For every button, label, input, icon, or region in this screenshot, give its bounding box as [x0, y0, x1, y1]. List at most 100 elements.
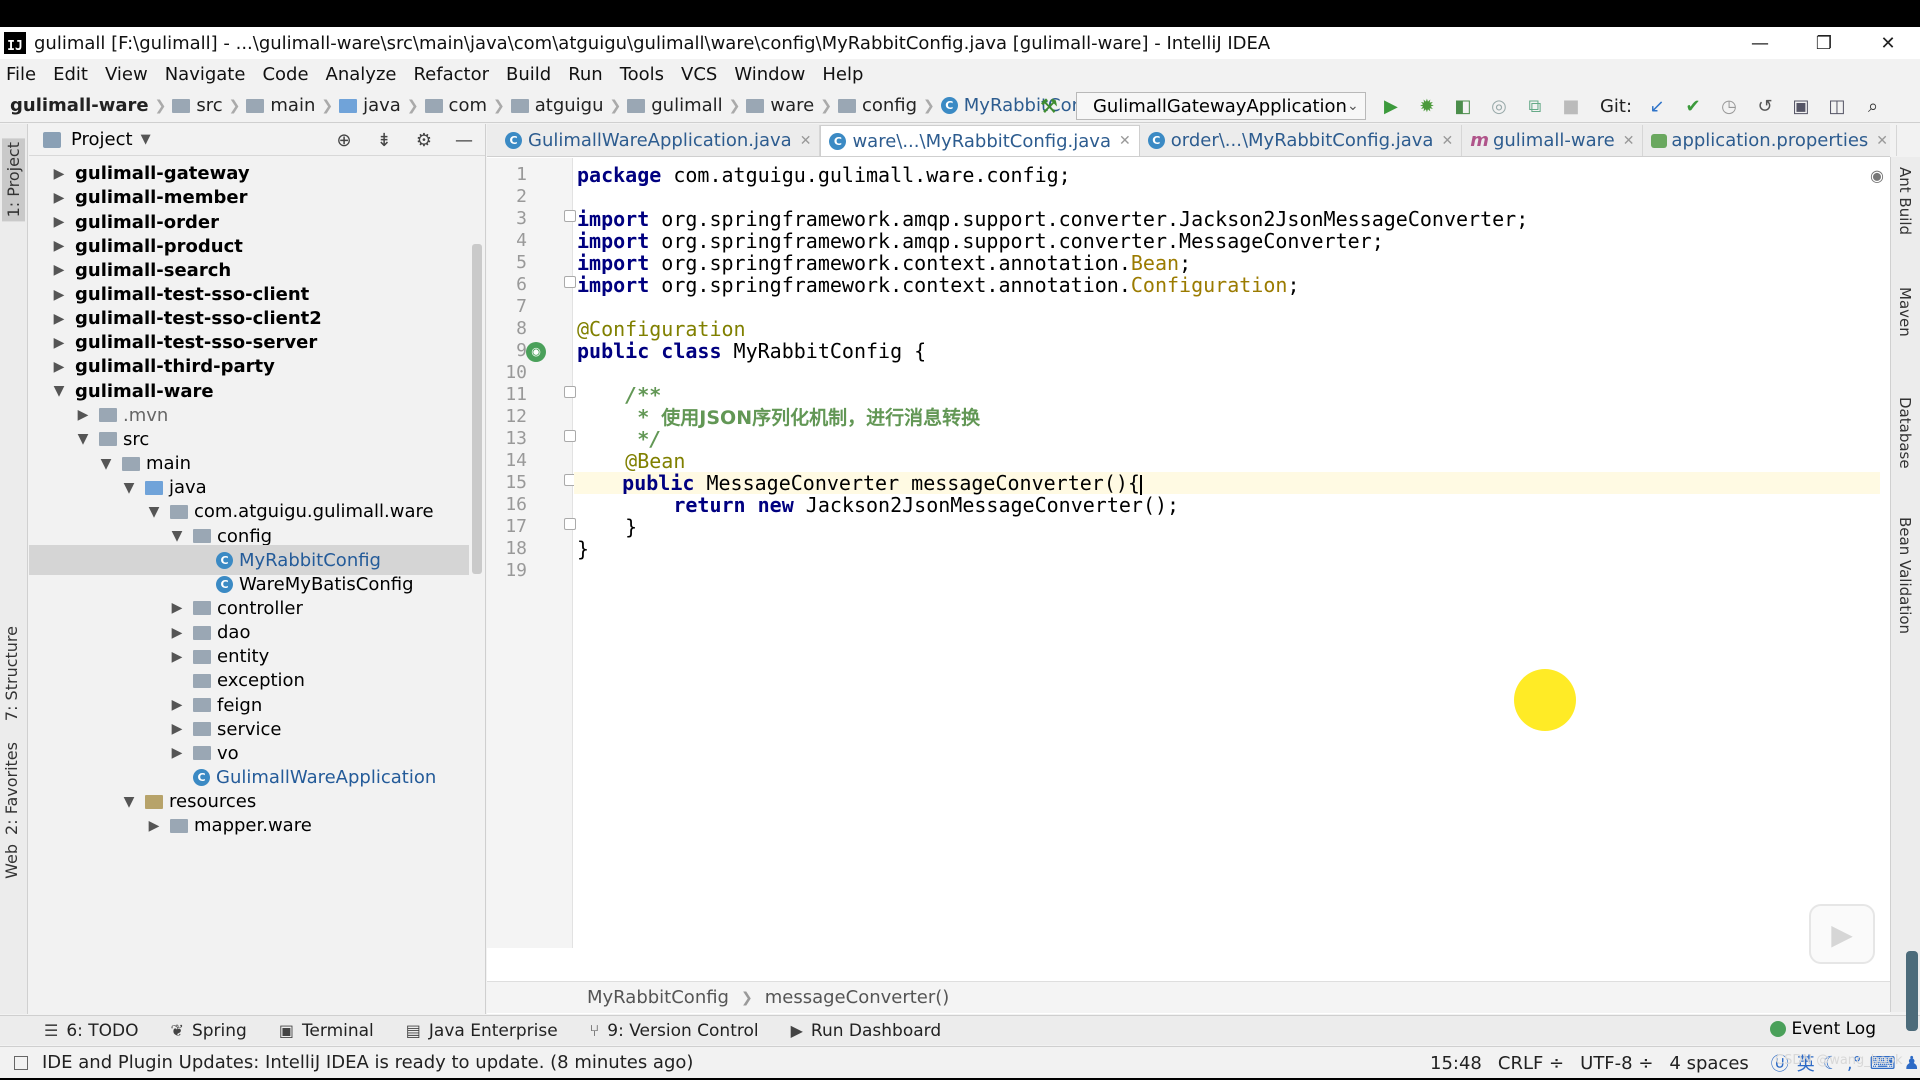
fold-marker-icon[interactable]	[564, 210, 576, 222]
web-tool-tab[interactable]: Web	[2, 844, 21, 879]
tab-application-properties[interactable]: application.properties ✕	[1643, 125, 1898, 156]
close-tab-icon[interactable]: ✕	[1876, 133, 1888, 149]
maven-tool-tab[interactable]: Maven	[1896, 287, 1914, 337]
chevron-right-icon[interactable]: ▶	[146, 818, 162, 834]
run-dashboard-tool-button[interactable]: ▶ Run Dashboard	[791, 1021, 942, 1041]
chevron-down-icon[interactable]: ▼	[146, 504, 162, 520]
menu-edit[interactable]: Edit	[53, 64, 88, 85]
chevron-down-icon[interactable]: ▼	[51, 383, 67, 399]
bean-validation-tool-tab[interactable]: Bean Validation	[1896, 517, 1914, 634]
nav-crumb-config[interactable]: config ❯	[837, 95, 941, 116]
debug-icon[interactable]: ✹	[1416, 95, 1438, 117]
close-tab-icon[interactable]: ✕	[1441, 133, 1453, 149]
chevron-right-icon[interactable]: ▶	[51, 214, 67, 230]
gear-icon[interactable]: ⚙	[413, 130, 435, 151]
indent-setting[interactable]: 4 spaces	[1669, 1053, 1748, 1074]
chevron-down-icon[interactable]: ▼	[121, 480, 137, 496]
tree-scrollbar[interactable]	[472, 244, 482, 574]
chevron-down-icon[interactable]: ▼	[98, 456, 114, 472]
search-icon[interactable]: ⌕	[1862, 95, 1884, 117]
menu-navigate[interactable]: Navigate	[165, 64, 246, 85]
menu-tools[interactable]: Tools	[620, 64, 664, 85]
close-tab-icon[interactable]: ✕	[1119, 133, 1131, 149]
chevron-right-icon[interactable]: ▶	[169, 745, 185, 761]
nav-crumb-com[interactable]: com ❯	[424, 95, 511, 116]
profile-icon[interactable]: ◎	[1488, 95, 1510, 117]
java-enterprise-tool-button[interactable]: ▤ Java Enterprise	[406, 1021, 558, 1041]
chevron-right-icon[interactable]: ▶	[51, 335, 67, 351]
version-control-tool-button[interactable]: ⑂ 9: Version Control	[590, 1021, 759, 1041]
toggle-tool-windows-icon[interactable]	[14, 1055, 28, 1070]
chevron-right-icon[interactable]: ▶	[51, 262, 67, 278]
chevron-down-icon[interactable]: ▼	[169, 528, 185, 544]
attach-icon[interactable]: ⧉	[1524, 95, 1546, 117]
project-panel-title[interactable]: Project	[71, 129, 133, 150]
fold-marker-icon[interactable]	[564, 430, 576, 442]
eye-icon[interactable]: ◉	[1870, 166, 1884, 185]
line-separator[interactable]: CRLF ÷	[1498, 1053, 1564, 1074]
tree-item[interactable]: ▶ mapper.ware	[29, 811, 469, 841]
chevron-down-icon[interactable]: ▼	[75, 431, 91, 447]
menu-help[interactable]: Help	[822, 64, 863, 85]
fold-marker-icon[interactable]	[564, 518, 576, 530]
chevron-right-icon[interactable]: ▶	[51, 238, 67, 254]
menu-window[interactable]: Window	[734, 64, 805, 85]
chevron-right-icon[interactable]: ▶	[169, 625, 185, 641]
ant-build-tool-tab[interactable]: Ant Build	[1896, 167, 1914, 235]
git-rollback-icon[interactable]: ↺	[1754, 95, 1776, 117]
menu-vcs[interactable]: VCS	[681, 64, 717, 85]
menu-code[interactable]: Code	[262, 64, 308, 85]
nav-crumb-main[interactable]: main ❯	[246, 95, 339, 116]
nav-crumb-src[interactable]: src ❯	[172, 95, 246, 116]
chevron-right-icon[interactable]: ▶	[169, 649, 185, 665]
chevron-down-icon[interactable]: ▼	[121, 794, 137, 810]
user-icon[interactable]: ♟	[1904, 1053, 1920, 1074]
chevron-right-icon[interactable]: ▶	[51, 166, 67, 182]
nav-crumb-atguigu[interactable]: atguigu ❯	[510, 95, 628, 116]
tab-order-myrabbitconfig[interactable]: C order\...\MyRabbitConfig.java ✕	[1140, 125, 1463, 156]
build-hammer-icon[interactable]: ⚒	[1040, 94, 1058, 118]
git-commit-icon[interactable]: ✔	[1682, 95, 1704, 117]
file-encoding[interactable]: UTF-8 ÷	[1580, 1053, 1653, 1074]
tab-gulimall-ware-pom[interactable]: m gulimall-ware ✕	[1462, 125, 1644, 156]
git-update-icon[interactable]: ↙	[1646, 95, 1668, 117]
chevron-down-icon[interactable]: ▼	[141, 132, 151, 147]
fold-marker-icon[interactable]	[564, 386, 576, 398]
run-icon[interactable]: ▶	[1380, 95, 1402, 117]
minimize-button[interactable]: —	[1728, 27, 1792, 59]
project-structure-icon[interactable]: ▣	[1790, 95, 1812, 117]
database-tool-tab[interactable]: Database	[1896, 397, 1914, 469]
nav-crumb-ware[interactable]: ware ❯	[746, 95, 838, 116]
editor-crumb-method[interactable]: messageConverter()	[765, 987, 950, 1008]
collapse-all-icon[interactable]: ⇟	[373, 130, 395, 151]
chevron-right-icon[interactable]: ▶	[51, 287, 67, 303]
nav-crumb-gulimall[interactable]: gulimall ❯	[627, 95, 746, 116]
close-tab-icon[interactable]: ✕	[800, 133, 812, 149]
todo-tool-button[interactable]: ☰ 6: TODO	[44, 1021, 139, 1041]
menu-file[interactable]: File	[6, 64, 36, 85]
close-button[interactable]: ✕	[1856, 27, 1920, 59]
caret-position[interactable]: 15:48	[1430, 1053, 1482, 1074]
menu-view[interactable]: View	[105, 64, 148, 85]
stop-icon[interactable]: ■	[1560, 95, 1582, 117]
hide-panel-icon[interactable]: —	[453, 130, 475, 151]
editor-crumb-class[interactable]: MyRabbitConfig	[587, 987, 729, 1008]
presentation-icon[interactable]: ◫	[1826, 95, 1848, 117]
favorites-tool-tab[interactable]: 2: Favorites	[2, 742, 21, 835]
close-tab-icon[interactable]: ✕	[1623, 133, 1635, 149]
restore-button[interactable]: ❐	[1792, 27, 1856, 59]
event-log-button[interactable]: Event Log	[1769, 1019, 1876, 1039]
locate-icon[interactable]: ⊕	[333, 130, 355, 151]
chevron-right-icon[interactable]: ▶	[169, 721, 185, 737]
chevron-right-icon[interactable]: ▶	[51, 311, 67, 327]
structure-tool-tab[interactable]: 7: Structure	[2, 626, 21, 721]
menu-build[interactable]: Build	[506, 64, 551, 85]
git-history-icon[interactable]: ◷	[1718, 95, 1740, 117]
nav-crumb-module[interactable]: gulimall-ware ❯	[10, 95, 172, 116]
chevron-right-icon[interactable]: ▶	[51, 359, 67, 375]
video-play-icon[interactable]: ▶	[1809, 904, 1875, 964]
spring-tool-button[interactable]: ❦ Spring	[171, 1021, 247, 1041]
menu-refactor[interactable]: Refactor	[413, 64, 489, 85]
project-tool-tab[interactable]: 1: Project	[2, 138, 25, 222]
coverage-icon[interactable]: ◧	[1452, 95, 1474, 117]
